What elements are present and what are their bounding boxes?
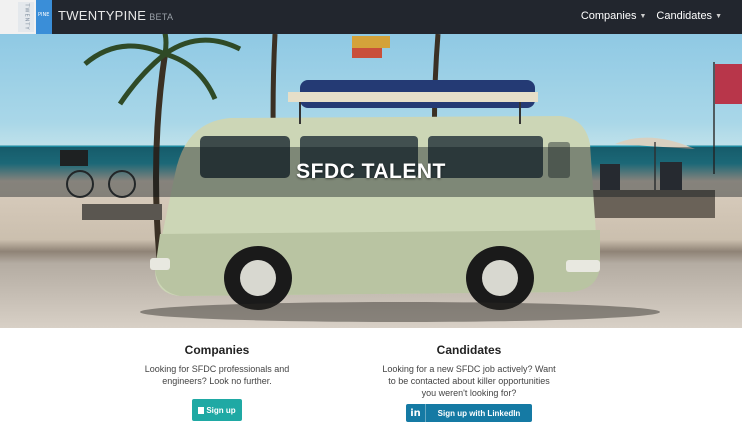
brand-text: TWENTYPINE bbox=[58, 8, 147, 23]
logo-twenty-text: TWENTY bbox=[23, 3, 30, 31]
hero-title: SFDC TALENT bbox=[296, 160, 446, 183]
nav-candidates-dropdown[interactable]: Candidates ▼ bbox=[656, 10, 722, 22]
logo-pine-text: PINE bbox=[38, 12, 50, 18]
navbar: TWENTY PINE TWENTYPINE BETA Companies ▼ Ca… bbox=[0, 0, 742, 34]
linkedin-signup-button[interactable]: in Sign up with LinkedIn bbox=[406, 404, 532, 422]
nav-companies-dropdown[interactable]: Companies ▼ bbox=[581, 10, 647, 22]
beta-badge: BETA bbox=[149, 12, 174, 22]
companies-heading: Companies bbox=[184, 343, 250, 357]
linkedin-icon: in bbox=[406, 404, 426, 422]
candidates-section: Candidates Looking for a new SFDC job ac… bbox=[369, 343, 569, 422]
document-icon bbox=[198, 406, 205, 414]
companies-signup-button[interactable]: Sign up bbox=[192, 399, 242, 421]
chevron-down-icon: ▼ bbox=[639, 12, 647, 20]
brand-name[interactable]: TWENTYPINE BETA bbox=[58, 8, 173, 23]
companies-description: Looking for SFDC professionals and engin… bbox=[144, 364, 290, 386]
nav-links: Companies ▼ Candidates ▼ bbox=[581, 10, 722, 22]
companies-signup-label: Sign up bbox=[206, 405, 236, 415]
candidates-description: Looking for a new SFDC job actively? Wan… bbox=[382, 364, 556, 398]
candidates-heading: Candidates bbox=[436, 343, 502, 357]
logo[interactable]: TWENTY PINE bbox=[0, 0, 52, 34]
nav-companies-label: Companies bbox=[580, 10, 637, 22]
nav-candidates-label: Candidates bbox=[656, 10, 713, 22]
chevron-down-icon: ▼ bbox=[715, 12, 722, 20]
companies-section: Companies Looking for SFDC professionals… bbox=[117, 343, 317, 421]
logo-twenty-mark: TWENTY bbox=[18, 2, 34, 32]
linkedin-signup-label: Sign up with LinkedIn bbox=[437, 408, 521, 418]
logo-pine-mark: PINE bbox=[36, 0, 52, 34]
hero-banner: SFDC TALENT bbox=[0, 34, 742, 328]
